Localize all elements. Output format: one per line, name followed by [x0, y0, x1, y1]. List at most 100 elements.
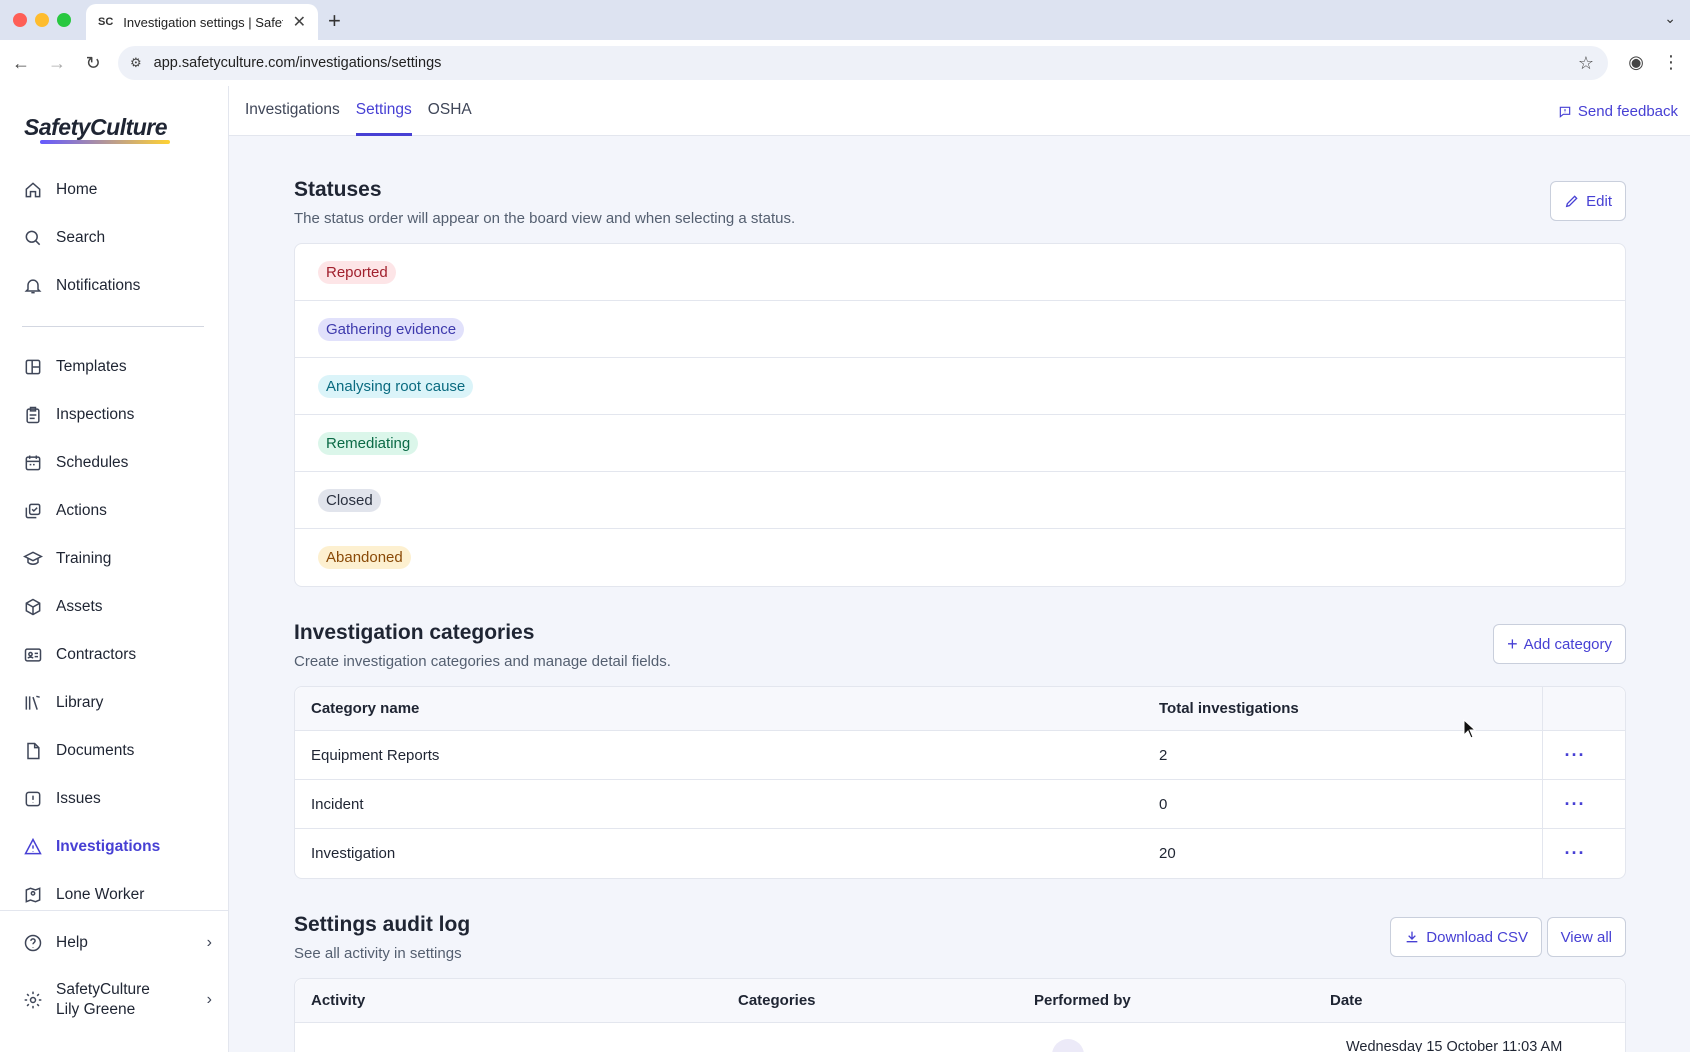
statuses-subtitle: The status order will appear on the boar…	[294, 210, 796, 227]
back-icon[interactable]: ←	[6, 53, 36, 74]
browser-tab[interactable]: SC Investigation settings | SafetyCultur…	[86, 4, 318, 40]
tab-settings[interactable]: Settings	[355, 86, 412, 136]
chevron-right-icon: ›	[206, 991, 212, 1008]
table-row[interactable]: Incident 0 ···	[295, 780, 1625, 829]
chevron-down-icon[interactable]: ⌄	[1664, 10, 1676, 27]
graduation-cap-icon	[22, 548, 44, 570]
org-name: SafetyCulture	[56, 981, 150, 998]
minimize-window-button[interactable]	[35, 13, 49, 27]
sidebar-item-documents[interactable]: Documents	[0, 727, 228, 775]
category-name[interactable]: Investigation	[295, 845, 1159, 862]
pencil-icon	[1565, 195, 1578, 208]
sidebar-item-label: Schedules	[56, 454, 129, 471]
url-text: app.safetyculture.com/investigations/set…	[153, 55, 442, 71]
actions-icon	[22, 500, 44, 522]
status-badge: Analysing root cause	[318, 374, 474, 398]
sidebar-item-issues[interactable]: Issues	[0, 775, 228, 823]
more-options-icon[interactable]: ···	[1542, 829, 1607, 878]
statuses-title: Statuses	[294, 178, 382, 201]
column-header[interactable]: Total investigations	[1159, 700, 1542, 717]
sidebar-item-investigations[interactable]: Investigations	[0, 823, 228, 871]
sidebar-item-help[interactable]: Help ›	[0, 919, 228, 967]
sidebar-item-actions[interactable]: Actions	[0, 487, 228, 535]
table-row[interactable]: Investigation 20 ···	[295, 829, 1625, 878]
column-header-actions	[1542, 687, 1607, 730]
sidebar-item-inspections[interactable]: Inspections	[0, 391, 228, 439]
more-options-icon[interactable]: ···	[1542, 731, 1607, 779]
sidebar-item-training[interactable]: Training	[0, 535, 228, 583]
sidebar-item-label: Help	[56, 934, 88, 951]
more-options-icon[interactable]: ···	[1542, 780, 1607, 828]
add-category-label: Add category	[1523, 635, 1612, 653]
sidebar-item-label: Inspections	[56, 406, 135, 423]
tab-osha[interactable]: OSHA	[428, 86, 472, 136]
sidebar-item-notifications[interactable]: Notifications	[0, 262, 228, 310]
top-nav: Investigations Settings OSHA Send feedba…	[229, 86, 1690, 136]
download-csv-button[interactable]: Download CSV	[1390, 917, 1542, 957]
sidebar-item-label: Lone Worker	[56, 886, 145, 903]
search-icon	[22, 227, 44, 249]
column-header: Categories	[738, 992, 816, 1009]
map-pin-icon	[22, 884, 44, 906]
column-header: Performed by	[1034, 992, 1131, 1009]
view-all-button[interactable]: View all	[1546, 917, 1626, 957]
sidebar-nav: Home Search Notifications Templates Insp…	[0, 166, 228, 919]
sidebar-item-templates[interactable]: Templates	[0, 343, 228, 391]
tab-strip: SC Investigation settings | SafetyCultur…	[0, 0, 1690, 40]
send-feedback-link[interactable]: Send feedback	[1558, 103, 1678, 120]
menu-icon[interactable]: ⋮	[1662, 52, 1680, 73]
sidebar-item-home[interactable]: Home	[0, 166, 228, 214]
sidebar-item-schedules[interactable]: Schedules	[0, 439, 228, 487]
new-tab-icon[interactable]: +	[328, 8, 341, 34]
settings-content: Statuses The status order will appear on…	[294, 136, 1626, 1052]
status-row: Gathering evidence	[295, 301, 1625, 358]
tab-investigations[interactable]: Investigations	[245, 86, 340, 136]
logo[interactable]: SafetyCulture	[24, 114, 168, 141]
download-csv-label: Download CSV	[1426, 928, 1528, 946]
sidebar-item-contractors[interactable]: Contractors	[0, 631, 228, 679]
sidebar-item-label: Documents	[56, 742, 135, 759]
column-header[interactable]: Category name	[295, 700, 1159, 717]
browser-toolbar: ← → ↻ ⚙ app.safetyculture.com/investigat…	[0, 40, 1690, 86]
bell-icon	[22, 275, 44, 297]
user-name: Lily Greene	[56, 1001, 136, 1018]
categories-subtitle: Create investigation categories and mana…	[294, 653, 671, 670]
maximize-window-button[interactable]	[57, 13, 71, 27]
sidebar-item-label: Notifications	[56, 277, 141, 294]
investigation-icon	[22, 836, 44, 858]
category-name[interactable]: Equipment Reports	[295, 747, 1159, 764]
add-category-button[interactable]: + Add category	[1493, 624, 1626, 664]
table-row[interactable]: Wednesday 15 October 11:03 AM	[295, 1023, 1625, 1052]
gear-icon	[22, 989, 44, 1011]
sidebar-item-label: Issues	[56, 790, 101, 807]
reload-icon[interactable]: ↻	[78, 53, 108, 74]
close-window-button[interactable]	[13, 13, 27, 27]
table-header: Activity Categories Performed by Date	[295, 979, 1625, 1023]
address-bar[interactable]: ⚙ app.safetyculture.com/investigations/s…	[118, 46, 1608, 80]
sidebar-item-label: Contractors	[56, 646, 137, 663]
bookmark-star-icon[interactable]: ☆	[1578, 53, 1594, 74]
sidebar-item-search[interactable]: Search	[0, 214, 228, 262]
sidebar-item-account[interactable]: SafetyCulture Lily Greene ›	[0, 971, 228, 1029]
status-badge: Gathering evidence	[318, 317, 465, 341]
sidebar-item-label: Search	[56, 229, 106, 246]
close-tab-icon[interactable]: ✕	[293, 12, 306, 32]
chevron-right-icon: ›	[206, 934, 212, 951]
sidebar-footer: Help › SafetyCulture Lily Greene ›	[0, 910, 228, 1029]
sidebar-item-assets[interactable]: Assets	[0, 583, 228, 631]
forward-icon[interactable]: →	[42, 53, 72, 74]
status-badge: Abandoned	[318, 546, 411, 569]
library-icon	[22, 692, 44, 714]
categories-table: Category name Total investigations Equip…	[294, 686, 1626, 879]
table-row[interactable]: Equipment Reports 2 ···	[295, 731, 1625, 780]
profile-icon[interactable]: ◉	[1628, 52, 1644, 73]
site-settings-icon[interactable]: ⚙	[130, 55, 142, 71]
sidebar-item-label: Library	[56, 694, 104, 711]
status-badge: Closed	[318, 488, 381, 512]
table-header: Category name Total investigations	[295, 687, 1625, 731]
sidebar-item-label: Training	[56, 550, 112, 567]
sidebar-item-library[interactable]: Library	[0, 679, 228, 727]
category-name[interactable]: Incident	[295, 796, 1159, 813]
status-badge: Remediating	[318, 431, 419, 455]
edit-statuses-button[interactable]: Edit	[1550, 181, 1626, 221]
